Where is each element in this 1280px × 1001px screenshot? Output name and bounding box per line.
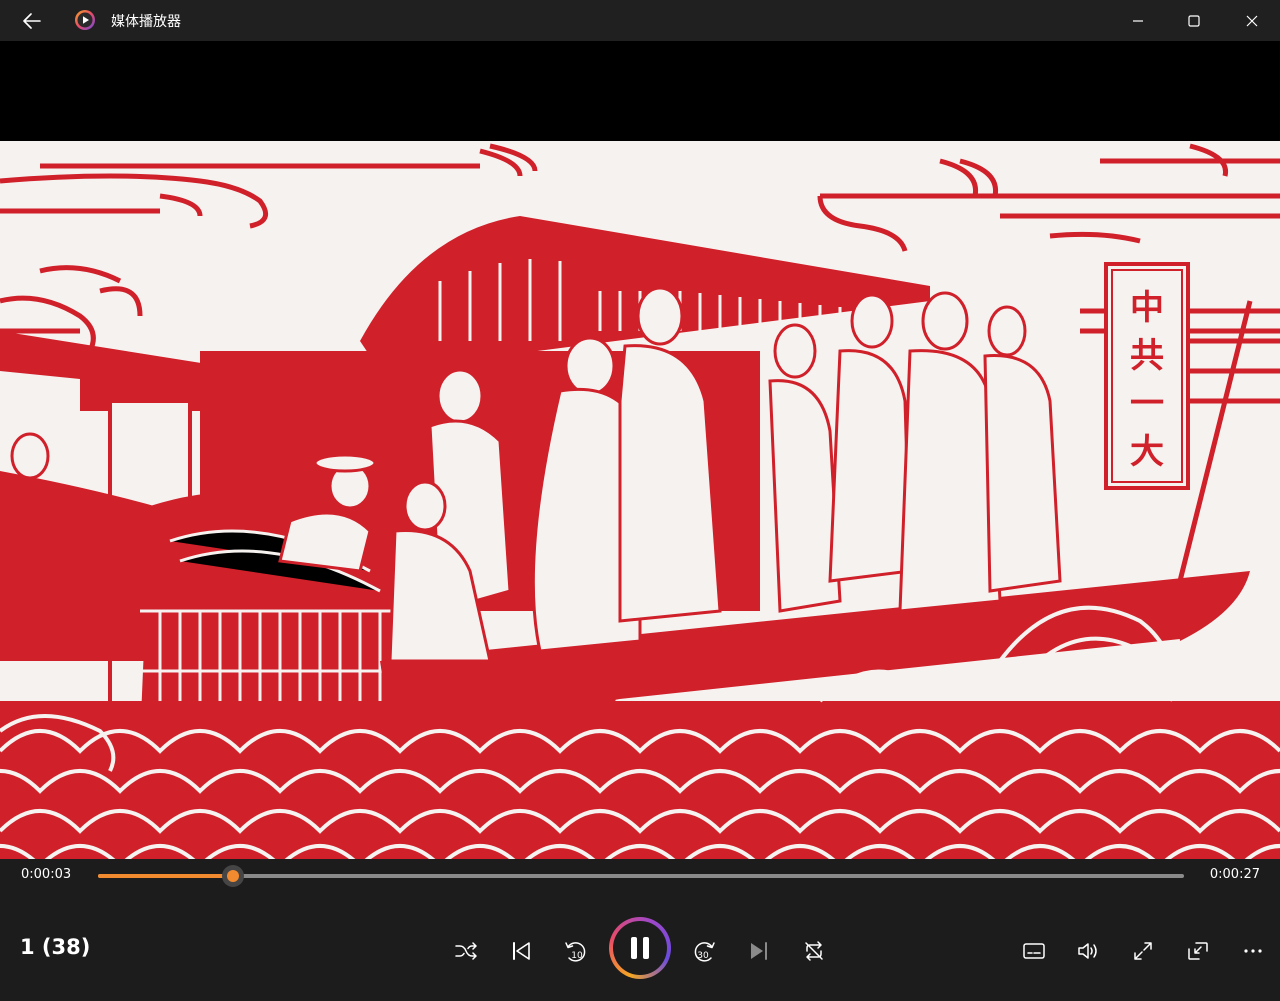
seek-bar-progress [98,874,233,878]
media-title: 1 (38) [20,935,91,959]
playback-controls: 0:00:03 0:00:27 1 (38) 10 30 [0,859,1280,1001]
repeat-button[interactable] [794,931,834,971]
maximize-icon [1188,14,1200,27]
more-options-icon [1244,949,1262,953]
close-button[interactable] [1224,0,1280,41]
banner-char-2: 共 [1130,336,1164,376]
banner-char-3: 一 [1130,384,1164,424]
video-viewport[interactable]: 中 共 一 大 [0,41,1280,859]
video-frame: 中 共 一 大 [0,141,1280,859]
shuffle-icon [455,942,477,960]
play-pause-button[interactable] [609,917,671,979]
svg-text:10: 10 [571,951,583,961]
mini-player-icon [1188,942,1208,960]
fullscreen-button[interactable] [1123,931,1163,971]
mini-player-button[interactable] [1178,931,1218,971]
banner-char-1: 中 [1130,288,1164,328]
skip-forward-button[interactable]: 30 [684,931,724,971]
maximize-button[interactable] [1166,0,1222,41]
previous-button[interactable] [501,931,541,971]
next-button[interactable] [739,931,779,971]
total-duration: 0:00:27 [1209,867,1260,882]
more-options-button[interactable] [1233,931,1273,971]
window-title: 媒体播放器 [111,14,181,30]
pause-icon [613,921,667,975]
subtitles-button[interactable] [1014,931,1054,971]
subtitles-icon [1023,943,1045,959]
svg-text:30: 30 [697,951,709,961]
minimize-button[interactable] [1110,0,1166,41]
minimize-icon [1133,19,1143,22]
shuffle-button[interactable] [446,931,486,971]
skip-back-button[interactable]: 10 [556,931,596,971]
back-button[interactable] [16,8,48,34]
next-track-icon [751,942,767,960]
previous-track-icon [513,942,530,960]
seek-bar[interactable] [98,874,1184,878]
fullscreen-icon [1134,942,1152,960]
current-time: 0:00:03 [21,867,72,882]
back-arrow-icon [23,13,41,29]
media-player-app-icon [74,9,96,31]
skip-forward-30-icon: 30 [694,942,715,962]
seek-bar-thumb[interactable] [221,865,244,887]
skip-back-10-icon: 10 [565,942,586,962]
title-bar: 媒体播放器 [0,0,1280,41]
volume-icon [1078,943,1097,959]
close-icon [1246,15,1258,26]
repeat-icon [805,941,823,961]
volume-button[interactable] [1068,931,1108,971]
banner-char-4: 大 [1130,432,1164,472]
